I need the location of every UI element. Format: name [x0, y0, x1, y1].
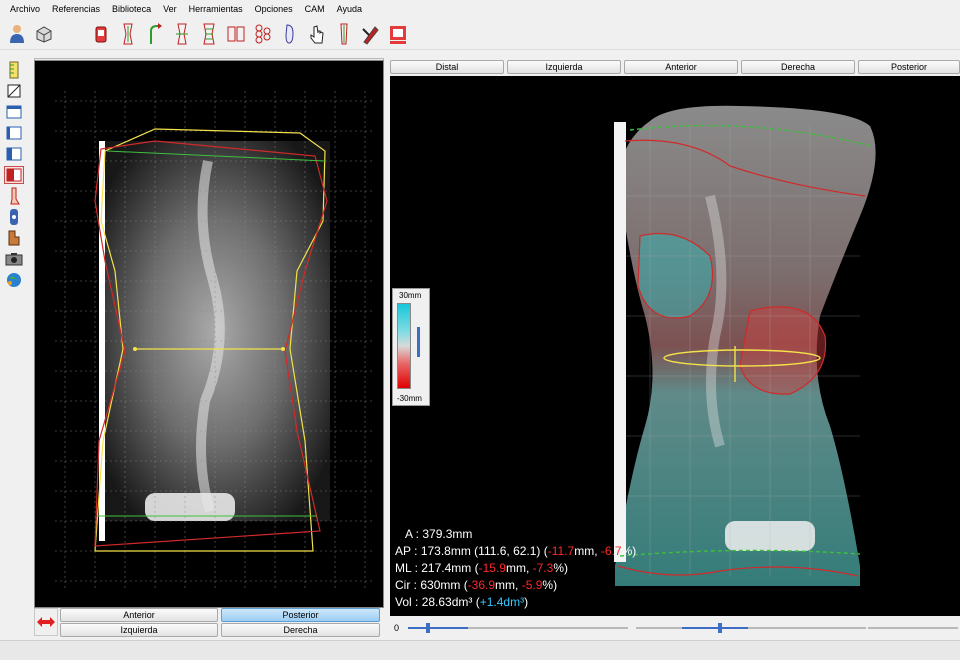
swap-arrows-icon[interactable]: [34, 608, 58, 636]
frame-slider-strip: 0: [390, 620, 960, 638]
menu-herramientas[interactable]: Herramientas: [183, 0, 249, 18]
slider-track-3[interactable]: [868, 627, 958, 629]
status-bar: [0, 640, 960, 660]
grid-torso-icon[interactable]: [198, 22, 220, 46]
right-view-posterior-button[interactable]: Posterior: [858, 60, 960, 74]
scale-min-label: -30mm: [397, 394, 422, 403]
xray-2d-view[interactable]: [34, 60, 384, 608]
measure-ap: AP : 173.8mm (111.6, 62.1) (-11.7mm, -6.…: [395, 544, 637, 558]
menu-bar: Archivo Referencias Biblioteca Ver Herra…: [0, 0, 960, 18]
measurements-overlay: A : 379.3mm AP : 173.8mm (111.6, 62.1) (…: [395, 526, 636, 611]
user-icon[interactable]: [6, 22, 28, 46]
export-icon[interactable]: [387, 22, 409, 46]
ruler-bar-3d: [614, 122, 626, 562]
hand-cursor-icon[interactable]: [306, 22, 328, 46]
panel-2-icon[interactable]: [4, 124, 24, 142]
left-view-posterior-button[interactable]: Posterior: [221, 608, 380, 622]
slider-thumb-2[interactable]: [718, 623, 722, 633]
panel-1-icon[interactable]: [4, 103, 24, 121]
rotate-icon[interactable]: [144, 22, 166, 46]
slider-fill-2: [682, 627, 748, 629]
box-icon[interactable]: [33, 22, 55, 46]
main-toolbar: [0, 18, 960, 50]
slider-value-label: 0: [394, 623, 400, 633]
left-view-anterior-button[interactable]: Anterior: [60, 608, 218, 622]
slider-fill-1: [408, 627, 468, 629]
foot-icon[interactable]: [279, 22, 301, 46]
menu-referencias[interactable]: Referencias: [46, 0, 106, 18]
side-toolbar: [0, 58, 30, 288]
measure-cir: Cir : 630mm (-36.9mm, -5.9%): [395, 578, 558, 592]
menu-cam[interactable]: CAM: [299, 0, 331, 18]
foot-3d-icon[interactable]: [4, 208, 24, 226]
stack-icon[interactable]: [4, 229, 24, 247]
left-view-derecha-button[interactable]: Derecha: [221, 623, 380, 637]
pen-icon[interactable]: [360, 22, 382, 46]
globe-icon[interactable]: [4, 271, 24, 289]
slider-thumb-1[interactable]: [426, 623, 430, 633]
menu-ayuda[interactable]: Ayuda: [331, 0, 368, 18]
scale-max-label: 30mm: [399, 291, 422, 300]
right-view-distal-button[interactable]: Distal: [390, 60, 504, 74]
bucket-icon[interactable]: [90, 22, 112, 46]
right-view-anterior-button[interactable]: Anterior: [624, 60, 738, 74]
crop-icon[interactable]: [4, 82, 24, 100]
torso-split-icon[interactable]: [225, 22, 247, 46]
color-scale-legend[interactable]: 30mm -30mm: [392, 288, 430, 406]
left-view-izquierda-button[interactable]: Izquierda: [60, 623, 218, 637]
leg-icon[interactable]: [4, 187, 24, 205]
panel-3-icon[interactable]: [4, 145, 24, 163]
right-view-izquierda-button[interactable]: Izquierda: [507, 60, 621, 74]
spine-icon[interactable]: [252, 22, 274, 46]
ruler-icon[interactable]: [4, 61, 24, 79]
camera-icon[interactable]: [4, 250, 24, 268]
measure-a: A : 379.3mm: [405, 527, 473, 541]
slider-track-2[interactable]: [636, 627, 866, 629]
menu-archivo[interactable]: Archivo: [4, 0, 46, 18]
torso-measure-icon[interactable]: [171, 22, 193, 46]
torso-icon[interactable]: [117, 22, 139, 46]
measure-vol: Vol : 28.63dm³ (+1.4dm³): [395, 595, 529, 609]
measure-ml: ML : 217.4mm (-15.9mm, -7.3%): [395, 561, 568, 575]
right-view-derecha-button[interactable]: Derecha: [741, 60, 855, 74]
app-window: Archivo Referencias Biblioteca Ver Herra…: [0, 0, 960, 660]
menu-ver[interactable]: Ver: [157, 0, 183, 18]
panel-4-icon[interactable]: [4, 166, 24, 184]
menu-opciones[interactable]: Opciones: [249, 0, 299, 18]
brace-icon[interactable]: [333, 22, 355, 46]
scale-slider-handle[interactable]: [417, 327, 420, 357]
menu-biblioteca[interactable]: Biblioteca: [106, 0, 157, 18]
scale-gradient: [397, 303, 411, 389]
